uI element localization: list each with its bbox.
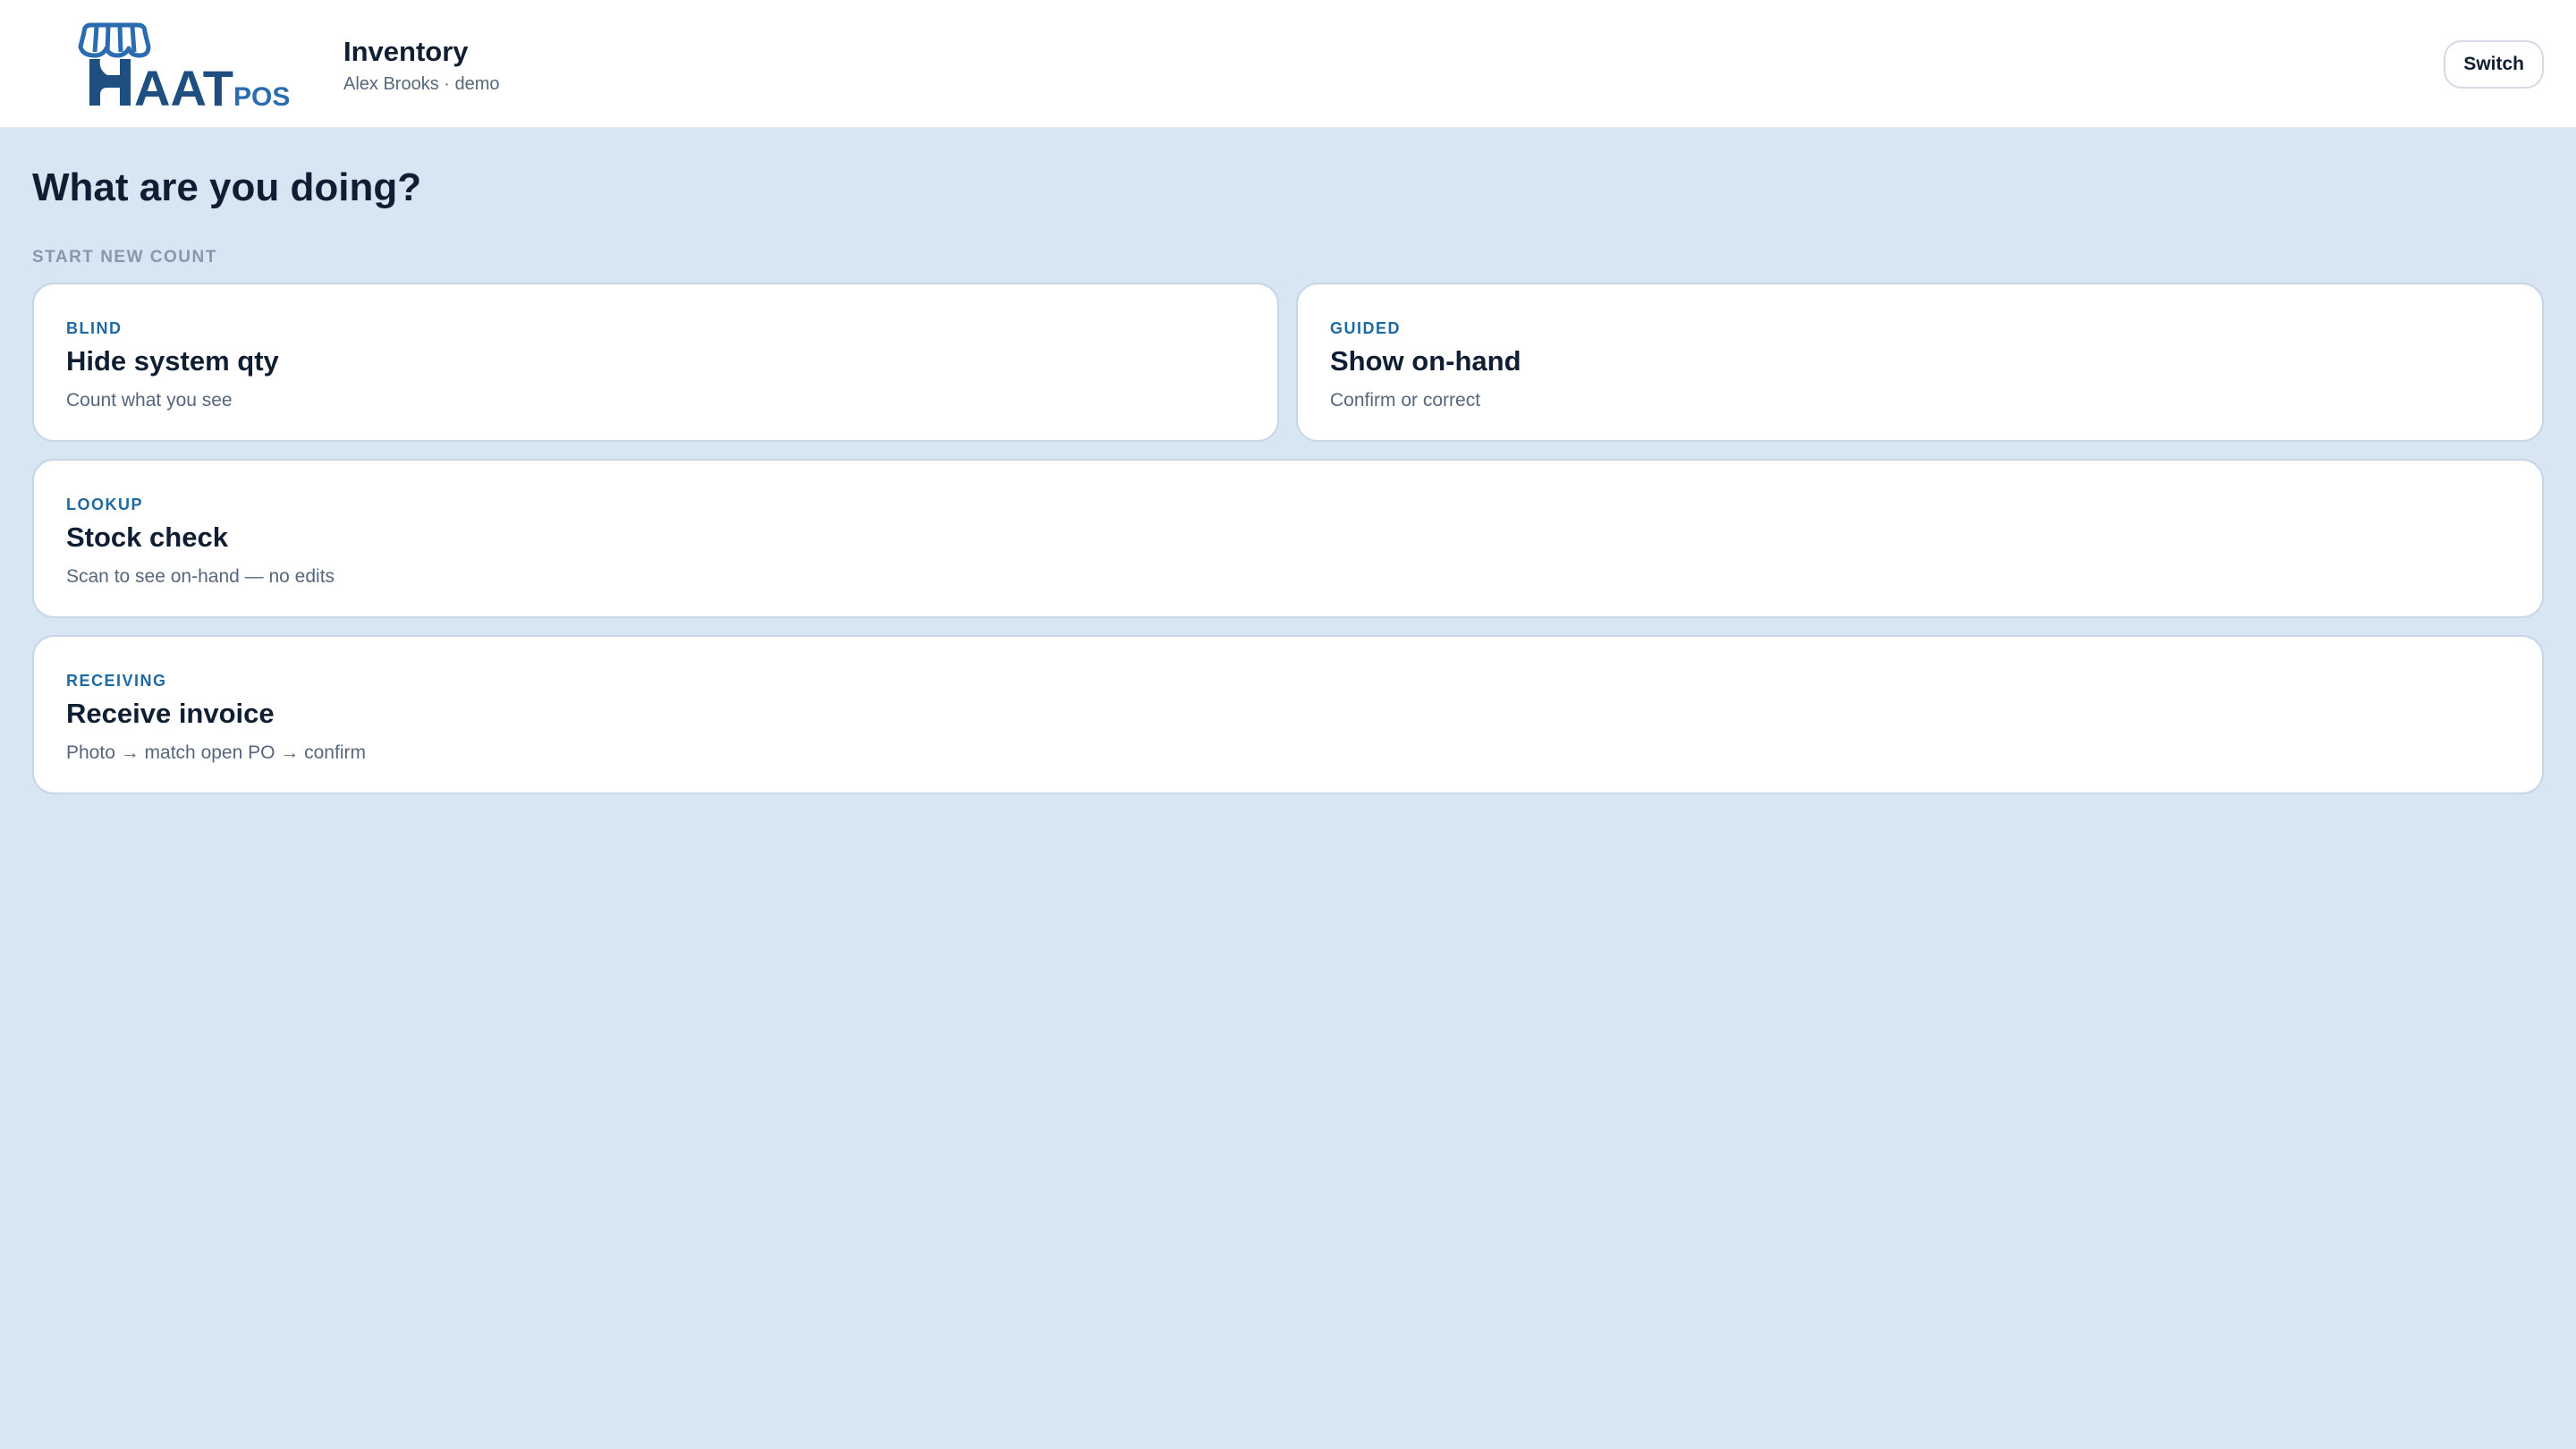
card-title: Receive invoice <box>66 698 275 729</box>
haat-pos-logo: AAT POS <box>72 20 295 113</box>
card-description: Scan to see on-hand — no edits <box>66 566 335 587</box>
card-title: Show on-hand <box>1330 345 1521 377</box>
card-kicker: GUIDED <box>1330 319 1402 337</box>
card-guided-count[interactable]: GUIDED Show on-hand Confirm or correct <box>1296 283 2544 442</box>
page-title: Inventory <box>343 36 469 67</box>
storefront-awning-icon <box>78 22 151 58</box>
card-stock-check[interactable]: LOOKUP Stock check Scan to see on-hand —… <box>32 459 2544 618</box>
app-header: AAT POS Inventory Alex Brooks · demo Swi… <box>0 0 2576 129</box>
logo-suffix: POS <box>233 82 290 112</box>
card-title: Stock check <box>66 521 228 553</box>
card-kicker: BLIND <box>66 319 123 337</box>
logo-wordmark: AAT <box>134 60 233 113</box>
card-description: Confirm or correct <box>1330 390 1481 411</box>
card-receive-invoice[interactable]: RECEIVING Receive invoice Photo → match … <box>32 635 2544 794</box>
logo-h-mark <box>89 59 131 106</box>
card-title: Hide system qty <box>66 345 279 377</box>
section-label-start-new-count: START NEW COUNT <box>32 248 217 267</box>
switch-button[interactable]: Switch <box>2444 40 2544 89</box>
card-kicker: LOOKUP <box>66 496 144 513</box>
user-context-label: Alex Brooks · demo <box>343 74 500 94</box>
card-description: Count what you see <box>66 390 233 411</box>
card-description: Photo → match open PO → confirm <box>66 742 366 763</box>
card-kicker: RECEIVING <box>66 672 167 690</box>
page-heading: What are you doing? <box>32 165 422 209</box>
card-blind-count[interactable]: BLIND Hide system qty Count what you see <box>32 283 1279 442</box>
header-title-block: Inventory Alex Brooks · demo <box>343 34 500 97</box>
